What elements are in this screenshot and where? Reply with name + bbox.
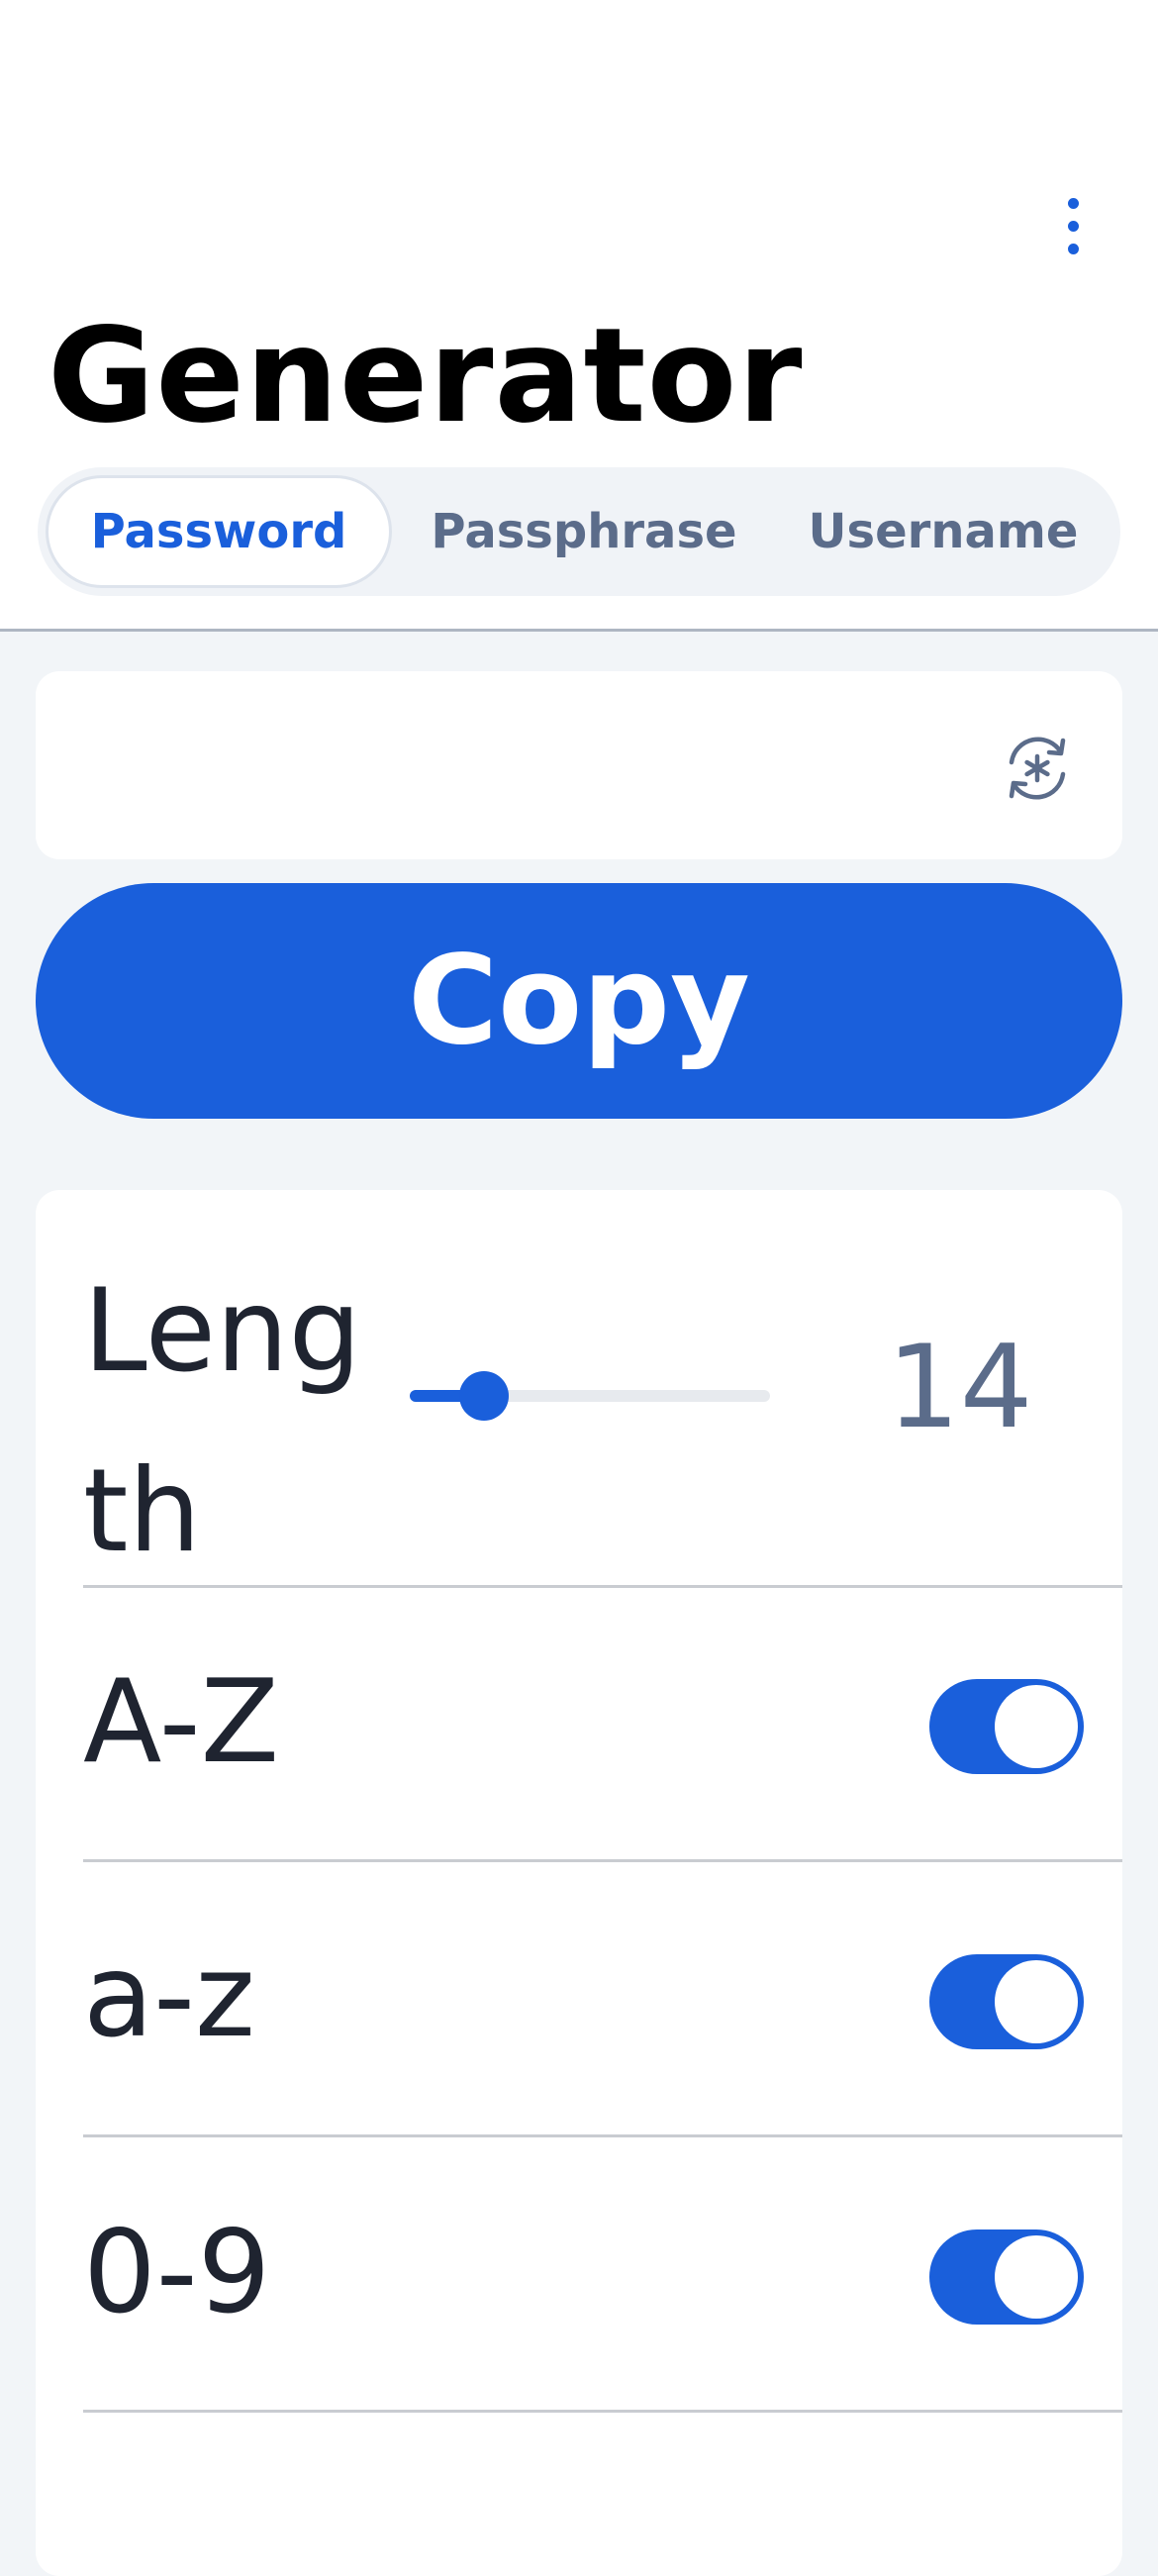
copy-button[interactable]: Copy (36, 883, 1122, 1119)
numbers-label: 0-9 (83, 2206, 271, 2339)
lowercase-toggle[interactable] (929, 1954, 1084, 2049)
regenerate-icon[interactable] (998, 729, 1077, 808)
more-options-button[interactable] (1045, 186, 1101, 265)
divider (83, 1859, 1122, 1862)
toggle-knob (995, 1685, 1078, 1768)
divider (83, 2134, 1122, 2137)
lowercase-label: a-z (83, 1930, 255, 2063)
generated-password-card (36, 671, 1122, 859)
generator-type-tabs: Password Passphrase Username (38, 467, 1120, 596)
options-card: Length 14 A-Z a-z 0-9 (36, 1190, 1122, 2576)
length-label: Length (83, 1264, 362, 1578)
uppercase-label: A-Z (83, 1655, 280, 1789)
tab-passphrase[interactable]: Passphrase (416, 475, 752, 588)
header: Generator Password Passphrase Username (0, 0, 1158, 632)
tab-username[interactable]: Username (780, 475, 1107, 588)
divider (83, 2410, 1122, 2413)
divider (83, 1585, 1122, 1588)
length-slider[interactable] (410, 1356, 770, 1436)
page-title: Generator (48, 300, 804, 452)
numbers-toggle[interactable] (929, 2229, 1084, 2325)
more-vertical-icon (1067, 197, 1079, 209)
more-vertical-icon-dot (1067, 243, 1079, 254)
tab-password[interactable]: Password (46, 475, 392, 588)
toggle-knob (995, 2235, 1078, 2319)
length-value: 14 (887, 1321, 1033, 1454)
more-vertical-icon-dot (1067, 220, 1079, 232)
slider-thumb[interactable] (459, 1371, 509, 1421)
uppercase-toggle[interactable] (929, 1679, 1084, 1774)
toggle-knob (995, 1960, 1078, 2043)
